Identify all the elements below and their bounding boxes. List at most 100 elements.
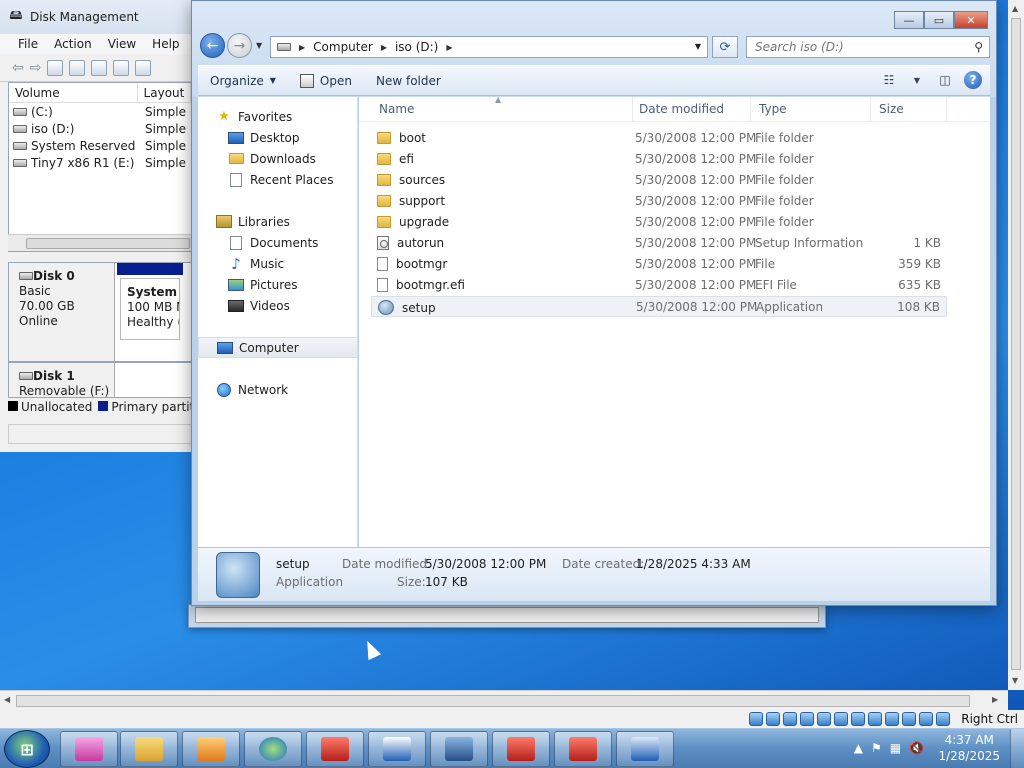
volume-row[interactable]: iso (D:) Simple xyxy=(9,120,191,137)
nav-documents[interactable]: Documents xyxy=(198,232,358,253)
close-button[interactable]: ✕ xyxy=(954,11,988,29)
disk-1-panel[interactable]: Disk 1 Removable (F:) xyxy=(8,362,192,398)
scrollbar-thumb[interactable] xyxy=(26,238,190,249)
help-icon[interactable]: ? xyxy=(964,71,982,89)
taskbar-explorer[interactable] xyxy=(120,731,178,767)
volume-row[interactable]: System Reserved Simple xyxy=(9,137,191,154)
volume-row[interactable]: (C:) Simple xyxy=(9,103,191,120)
mouse-integration-icon[interactable] xyxy=(919,712,933,726)
search-box[interactable]: ⚲ xyxy=(746,36,990,58)
nav-libraries[interactable]: Libraries xyxy=(198,211,358,232)
column-type[interactable]: Type xyxy=(751,97,871,122)
nav-downloads[interactable]: Downloads xyxy=(198,148,358,169)
start-button[interactable]: ⊞ xyxy=(4,730,50,768)
nav-pictures[interactable]: Pictures xyxy=(198,274,358,295)
clock[interactable]: 4:37 AM 1/28/2025 xyxy=(938,732,1000,764)
file-row[interactable]: support 5/30/2008 12:00 PM File folder xyxy=(371,191,947,212)
forward-arrow-icon[interactable]: ⇨ xyxy=(30,60,42,76)
audio-icon[interactable] xyxy=(783,712,797,726)
file-row[interactable]: boot 5/30/2008 12:00 PM File folder xyxy=(371,128,947,149)
cpu-icon[interactable] xyxy=(885,712,899,726)
chevron-right-icon[interactable]: ▶ xyxy=(299,43,305,52)
scrollbar-thumb[interactable] xyxy=(16,695,970,707)
disk-management-titlebar[interactable]: 🖴 Disk Management xyxy=(0,0,199,34)
show-hidden-icons-icon[interactable]: ▲ xyxy=(854,741,863,755)
view-dropdown-icon[interactable]: ▼ xyxy=(908,72,926,88)
taskbar-toolbox-2[interactable] xyxy=(492,731,550,767)
hard-disk-icon[interactable] xyxy=(749,712,763,726)
scroll-right-icon[interactable]: ▶ xyxy=(992,695,998,704)
background-window[interactable] xyxy=(188,604,826,628)
refresh-icon[interactable] xyxy=(113,59,130,76)
column-size[interactable]: Size xyxy=(871,97,947,122)
column-volume[interactable]: Volume xyxy=(9,83,138,102)
volume-muted-icon[interactable]: 🔇 xyxy=(909,741,924,755)
scroll-down-icon[interactable]: ▼ xyxy=(1012,676,1018,685)
nav-favorites[interactable]: ★ Favorites xyxy=(198,106,358,127)
network-status-icon[interactable]: ▦ xyxy=(890,741,901,755)
chevron-right-icon[interactable]: ▶ xyxy=(381,43,387,52)
organize-button[interactable]: Organize ▼ xyxy=(198,66,288,95)
menu-help[interactable]: Help xyxy=(152,37,179,51)
keyboard-capture-icon[interactable] xyxy=(936,712,950,726)
scroll-left-icon[interactable]: ◀ xyxy=(4,695,10,704)
taskbar-toolbox-1[interactable] xyxy=(306,731,364,767)
taskbar-media-player[interactable] xyxy=(182,731,240,767)
volume-list-scrollbar[interactable] xyxy=(8,234,192,251)
taskbar-tiny7[interactable] xyxy=(616,731,674,767)
recording-icon[interactable] xyxy=(868,712,882,726)
properties-icon[interactable] xyxy=(91,59,108,76)
refresh-button[interactable]: ⟳ xyxy=(712,36,738,58)
menu-view[interactable]: View xyxy=(108,37,136,51)
address-dropdown-icon[interactable]: ▼ xyxy=(695,42,701,51)
forward-button[interactable]: → xyxy=(227,33,252,58)
network-adapter-icon[interactable] xyxy=(800,712,814,726)
breadcrumb-iso-d[interactable]: iso (D:) xyxy=(395,40,438,54)
taskbar-virtualbox[interactable] xyxy=(430,731,488,767)
column-date-modified[interactable]: Date modified xyxy=(631,97,751,122)
console-tree-icon[interactable] xyxy=(47,59,64,76)
file-row[interactable]: autorun 5/30/2008 12:00 PM Setup Informati… xyxy=(371,233,947,254)
disk-0-panel[interactable]: Disk 0 Basic 70.00 GB Online System R 10… xyxy=(8,262,192,362)
change-view-icon[interactable]: ☷ xyxy=(880,72,898,88)
maximize-button[interactable]: ▭ xyxy=(924,11,954,29)
settings-icon[interactable] xyxy=(135,59,152,76)
file-row[interactable]: bootmgr 5/30/2008 12:00 PM File 359 KB xyxy=(371,254,947,275)
shared-folders-icon[interactable] xyxy=(834,712,848,726)
menu-action[interactable]: Action xyxy=(54,37,92,51)
file-row[interactable]: sources 5/30/2008 12:00 PM File folder xyxy=(371,170,947,191)
recent-pages-dropdown-icon[interactable]: ▼ xyxy=(256,41,262,50)
volume-row[interactable]: Tiny7 x86 R1 (E:) Simple xyxy=(9,154,191,171)
search-input[interactable] xyxy=(755,40,955,54)
breadcrumb-computer[interactable]: Computer xyxy=(313,40,373,54)
taskbar-app-1[interactable] xyxy=(60,731,118,767)
address-bar[interactable]: ▶ Computer ▶ iso (D:) ▶ ▼ xyxy=(270,36,708,58)
menu-file[interactable]: File xyxy=(18,37,38,51)
scrollbar-thumb[interactable] xyxy=(1011,18,1021,670)
show-desktop-button[interactable] xyxy=(1010,729,1024,768)
column-name[interactable]: Name xyxy=(371,97,633,122)
taskbar-toolbox-3[interactable] xyxy=(554,731,612,767)
nav-desktop[interactable]: Desktop xyxy=(198,127,358,148)
nav-music[interactable]: ♪ Music xyxy=(198,253,358,274)
nav-recent-places[interactable]: Recent Places xyxy=(198,169,358,190)
back-button[interactable]: ← xyxy=(200,33,225,58)
virtualization-icon[interactable] xyxy=(902,712,916,726)
nav-network[interactable]: Network xyxy=(198,379,358,400)
open-button[interactable]: Open xyxy=(288,66,364,95)
nav-videos[interactable]: Videos xyxy=(198,295,358,316)
display-icon[interactable] xyxy=(851,712,865,726)
file-row[interactable]: setup 5/30/2008 12:00 PM Application 108 KB xyxy=(371,296,947,317)
file-row[interactable]: bootmgr.efi 5/30/2008 12:00 PM EFI File 635… xyxy=(371,275,947,296)
nav-computer[interactable]: Computer xyxy=(198,337,358,358)
usb-icon[interactable] xyxy=(817,712,831,726)
viewport-horizontal-scrollbar[interactable]: ◀ ▶ xyxy=(0,690,1008,710)
chevron-right-icon[interactable]: ▶ xyxy=(446,43,452,52)
action-center-icon[interactable]: ⚑ xyxy=(871,741,882,755)
back-arrow-icon[interactable]: ⇦ xyxy=(12,60,24,76)
help-icon[interactable] xyxy=(69,59,86,76)
new-folder-button[interactable]: New folder xyxy=(364,66,453,95)
search-icon[interactable]: ⚲ xyxy=(974,40,983,54)
optical-drive-icon[interactable] xyxy=(766,712,780,726)
column-layout[interactable]: Layout xyxy=(138,83,191,102)
